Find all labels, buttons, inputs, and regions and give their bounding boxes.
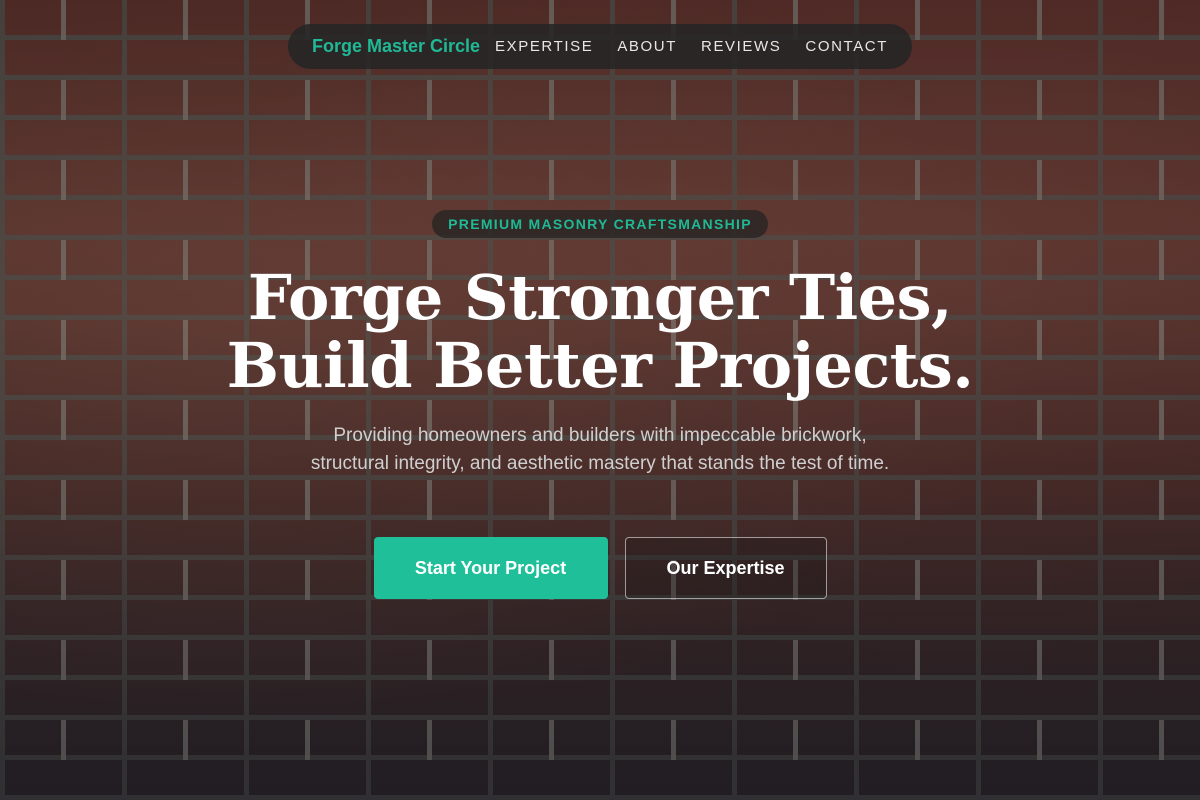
nav-link-expertise[interactable]: EXPERTISE (495, 38, 593, 55)
nav-link-about[interactable]: ABOUT (617, 38, 677, 55)
nav-link-contact[interactable]: CONTACT (805, 38, 888, 55)
hero-subtext: Providing homeowners and builders with i… (311, 422, 889, 478)
hero-subtext-line-1: Providing homeowners and builders with i… (333, 425, 867, 446)
brand-logo-link[interactable]: Forge Master Circle (312, 36, 480, 57)
hero-headline: Forge Stronger Ties, Build Better Projec… (227, 264, 974, 400)
hero-headline-line-1: Forge Stronger Ties, (247, 261, 953, 334)
nav-link-reviews[interactable]: REVIEWS (701, 38, 781, 55)
hero-subtext-line-2: structural integrity, and aesthetic mast… (310, 453, 890, 474)
our-expertise-button[interactable]: Our Expertise (624, 537, 827, 599)
nav-links: EXPERTISE ABOUT REVIEWS CONTACT (495, 38, 888, 55)
hero-badge: PREMIUM MASONRY CRAFTSMANSHIP (432, 210, 768, 238)
start-project-button[interactable]: Start Your Project (373, 537, 608, 599)
hero-cta-row: Start Your Project Our Expertise (373, 537, 827, 599)
hero-section: PREMIUM MASONRY CRAFTSMANSHIP Forge Stro… (0, 210, 1200, 599)
top-navbar: Forge Master Circle EXPERTISE ABOUT REVI… (288, 24, 912, 69)
hero-headline-line-2: Build Better Projects. (226, 329, 974, 402)
